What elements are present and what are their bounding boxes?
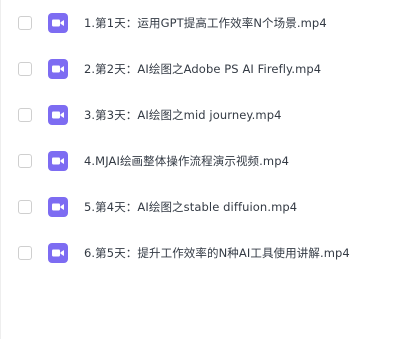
video-file-icon[interactable] (48, 105, 68, 125)
file-row[interactable]: 3.第3天：AI绘图之mid journey.mp4 (1, 92, 408, 138)
file-row[interactable]: 6.第5天：提升工作效率的N种AI工具使用讲解.mp4 (1, 230, 408, 276)
file-list: 1.第1天：运用GPT提高工作效率N个场景.mp4 2.第2天：AI绘图之Ado… (1, 0, 408, 276)
file-name[interactable]: 2.第2天：AI绘图之Adobe PS AI Firefly.mp4 (84, 61, 321, 77)
file-name[interactable]: 4.MJAI绘画整体操作流程演示视频.mp4 (84, 153, 289, 169)
file-name[interactable]: 6.第5天：提升工作效率的N种AI工具使用讲解.mp4 (84, 245, 350, 261)
row-checkbox[interactable] (18, 62, 32, 76)
file-name[interactable]: 3.第3天：AI绘图之mid journey.mp4 (84, 107, 282, 123)
file-row[interactable]: 5.第4天：AI绘图之stable diffuion.mp4 (1, 184, 408, 230)
file-name[interactable]: 5.第4天：AI绘图之stable diffuion.mp4 (84, 199, 297, 215)
row-checkbox[interactable] (18, 154, 32, 168)
file-name[interactable]: 1.第1天：运用GPT提高工作效率N个场景.mp4 (84, 15, 327, 31)
file-row[interactable]: 2.第2天：AI绘图之Adobe PS AI Firefly.mp4 (1, 46, 408, 92)
file-row[interactable]: 1.第1天：运用GPT提高工作效率N个场景.mp4 (1, 0, 408, 46)
video-file-icon[interactable] (48, 243, 68, 263)
row-checkbox[interactable] (18, 246, 32, 260)
video-file-icon[interactable] (48, 197, 68, 217)
video-file-icon[interactable] (48, 59, 68, 79)
row-checkbox[interactable] (18, 16, 32, 30)
file-row[interactable]: 4.MJAI绘画整体操作流程演示视频.mp4 (1, 138, 408, 184)
video-file-icon[interactable] (48, 151, 68, 171)
row-checkbox[interactable] (18, 200, 32, 214)
file-list-panel: 1.第1天：运用GPT提高工作效率N个场景.mp4 2.第2天：AI绘图之Ado… (0, 0, 408, 339)
video-file-icon[interactable] (48, 13, 68, 33)
row-checkbox[interactable] (18, 108, 32, 122)
